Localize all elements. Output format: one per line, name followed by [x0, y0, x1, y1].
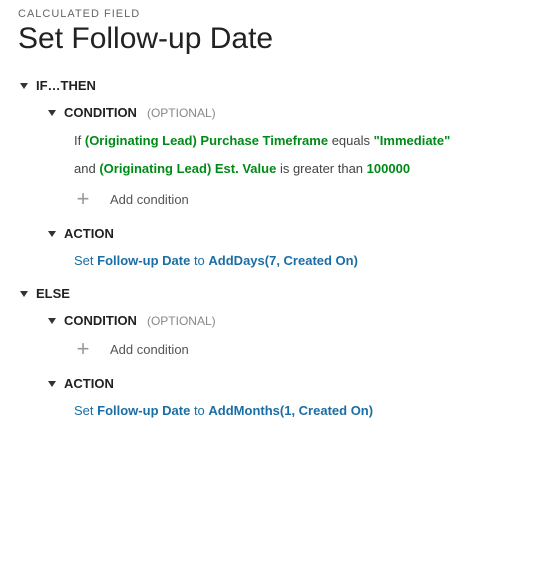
action-field: Follow-up Date: [97, 253, 190, 268]
ifthen-header[interactable]: IF…THEN: [18, 78, 515, 93]
add-condition-label: Add condition: [110, 192, 189, 207]
action-row[interactable]: Set Follow-up Date to AddDays(7, Created…: [74, 253, 515, 268]
condition-field: (Originating Lead) Purchase Timeframe: [85, 133, 328, 148]
action-prefix: Set: [74, 253, 94, 268]
add-condition-button[interactable]: + Add condition: [74, 340, 515, 358]
add-condition-label: Add condition: [110, 342, 189, 357]
else-header[interactable]: ELSE: [18, 286, 515, 301]
else-label: ELSE: [36, 286, 70, 301]
action-row[interactable]: Set Follow-up Date to AddMonths(1, Creat…: [74, 403, 515, 418]
condition-op: equals: [332, 133, 370, 148]
optional-label: (OPTIONAL): [147, 106, 216, 120]
page-subtitle: CALCULATED FIELD: [18, 8, 515, 20]
condition-row[interactable]: If (Originating Lead) Purchase Timeframe…: [74, 132, 515, 150]
condition-prefix: If: [74, 133, 81, 148]
plus-icon: +: [74, 190, 92, 208]
action-field: Follow-up Date: [97, 403, 190, 418]
chevron-down-icon: [46, 228, 58, 240]
action-func: AddDays(7, Created On): [208, 253, 358, 268]
condition-label: CONDITION: [64, 313, 137, 328]
ifthen-condition-header[interactable]: CONDITION (OPTIONAL): [46, 105, 515, 120]
chevron-down-icon: [18, 80, 30, 92]
condition-field: (Originating Lead) Est. Value: [99, 161, 276, 176]
condition-row[interactable]: and (Originating Lead) Est. Value is gre…: [74, 160, 515, 178]
ifthen-action-header[interactable]: ACTION: [46, 226, 515, 241]
else-condition-header[interactable]: CONDITION (OPTIONAL): [46, 313, 515, 328]
action-mid: to: [194, 403, 205, 418]
action-label: ACTION: [64, 376, 114, 391]
action-label: ACTION: [64, 226, 114, 241]
chevron-down-icon: [46, 107, 58, 119]
condition-prefix: and: [74, 161, 96, 176]
action-func: AddMonths(1, Created On): [208, 403, 373, 418]
ifthen-label: IF…THEN: [36, 78, 96, 93]
chevron-down-icon: [18, 288, 30, 300]
action-prefix: Set: [74, 403, 94, 418]
condition-value: 100000: [367, 161, 410, 176]
page-title: Set Follow-up Date: [18, 22, 515, 56]
chevron-down-icon: [46, 315, 58, 327]
action-mid: to: [194, 253, 205, 268]
condition-op: is greater than: [280, 161, 363, 176]
condition-label: CONDITION: [64, 105, 137, 120]
add-condition-button[interactable]: + Add condition: [74, 190, 515, 208]
optional-label: (OPTIONAL): [147, 314, 216, 328]
plus-icon: +: [74, 340, 92, 358]
condition-value: "Immediate": [374, 133, 451, 148]
else-action-header[interactable]: ACTION: [46, 376, 515, 391]
chevron-down-icon: [46, 378, 58, 390]
